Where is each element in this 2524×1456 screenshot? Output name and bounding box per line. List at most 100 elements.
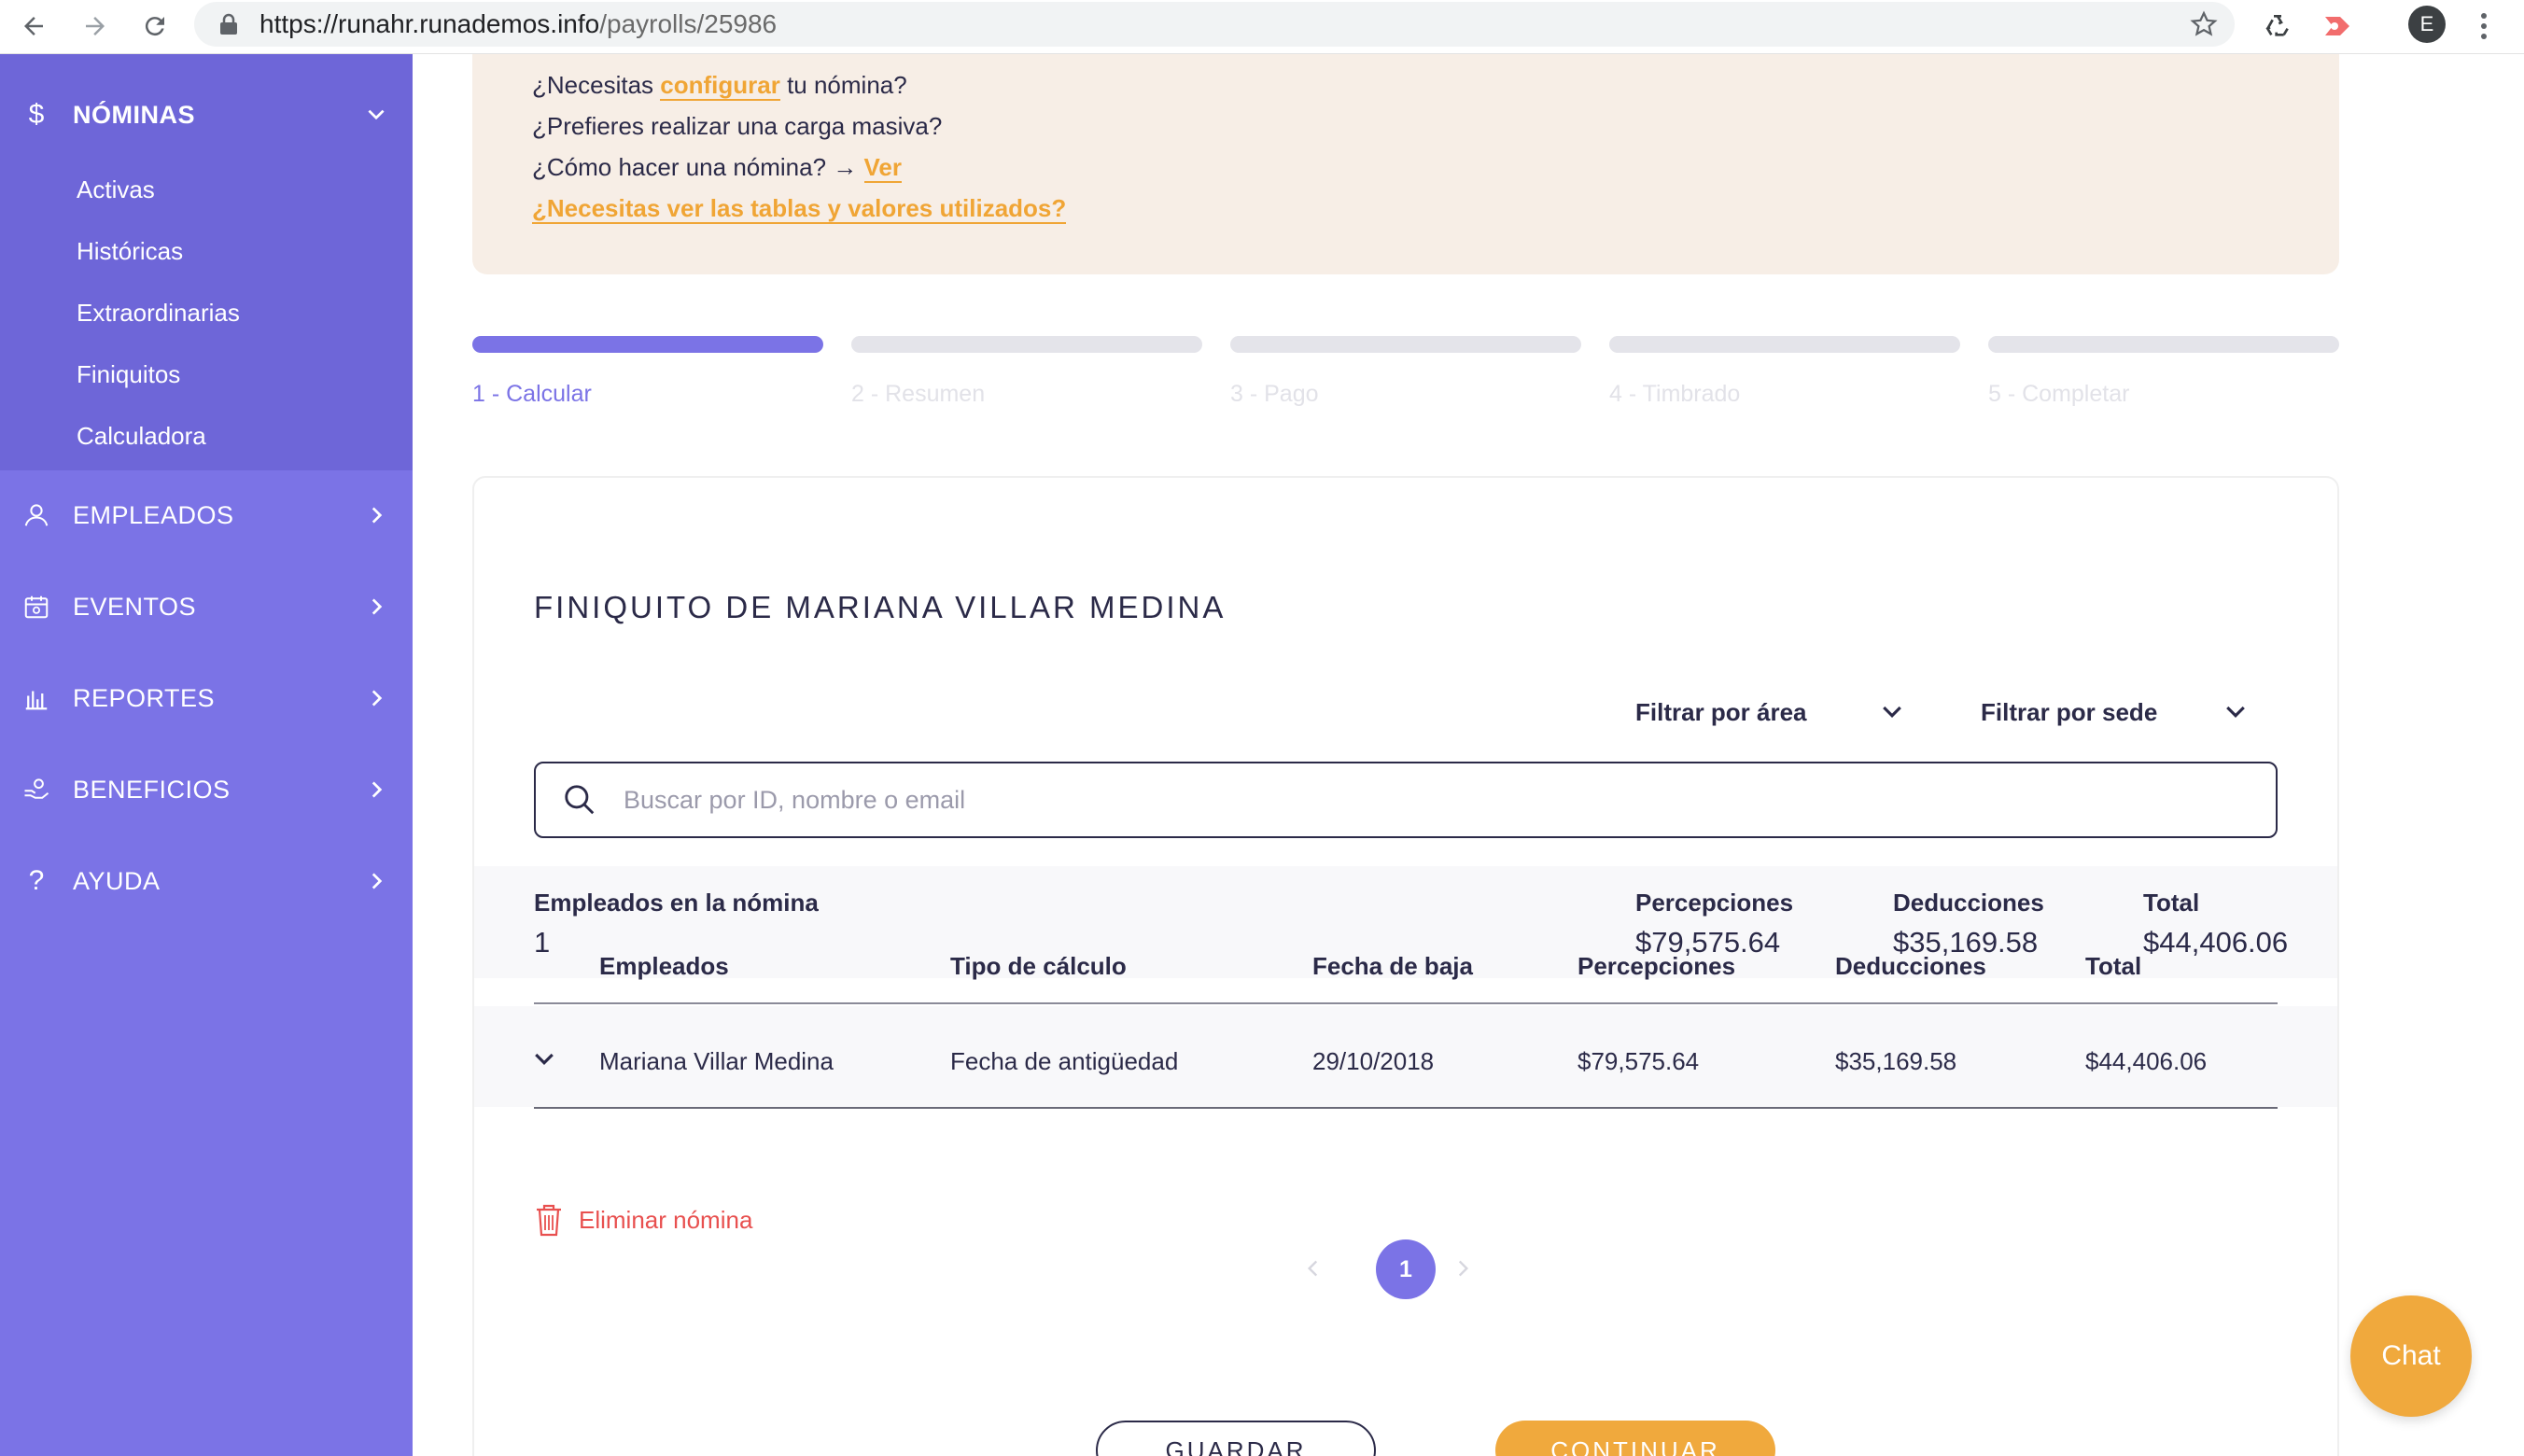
sidebar-item-reportes[interactable]: REPORTES: [0, 665, 413, 731]
sidebar: $ NÓMINAS Activas Históricas Extraordina…: [0, 54, 413, 1456]
sidebar-item-label: EMPLEADOS: [73, 500, 234, 529]
page-title: FINIQUITO DE MARIANA VILLAR MEDINA: [534, 590, 1227, 624]
bar-chart-icon: [25, 691, 48, 710]
browser-toolbar: https://runahr.runademos.info/payrolls/2…: [0, 0, 2524, 54]
sidebar-subitem-calculadora[interactable]: Calculadora: [77, 422, 206, 451]
question-icon: ?: [28, 865, 45, 896]
continue-button[interactable]: CONTINUAR: [1495, 1421, 1775, 1456]
see-howto-link[interactable]: Ver: [863, 153, 903, 183]
info-tables-line: ¿Necesitas ver las tablas y valores util…: [532, 194, 1067, 224]
table-header-empleados: Empleados: [599, 952, 729, 980]
employees-count-label: Empleados en la nómina: [534, 889, 819, 917]
step-bar-calcular: [472, 336, 823, 353]
chevron-down-icon: [368, 109, 385, 120]
sidebar-subitem-activas[interactable]: Activas: [77, 175, 155, 204]
table-header-divider: [534, 1002, 2278, 1004]
sidebar-item-label: EVENTOS: [73, 592, 197, 621]
delete-payroll-label: Eliminar nómina: [579, 1205, 753, 1234]
chevron-right-icon[interactable]: [1451, 1256, 1475, 1281]
configure-link[interactable]: configurar: [660, 71, 780, 101]
browser-menu-icon[interactable]: [2470, 7, 2498, 45]
sidebar-item-label: AYUDA: [73, 866, 161, 895]
tables-values-link[interactable]: ¿Necesitas ver las tablas y valores util…: [532, 194, 1067, 224]
total-label: Total: [2143, 889, 2200, 917]
back-button[interactable]: [13, 6, 54, 47]
total-value: $44,406.06: [2143, 926, 2289, 959]
payroll-card: FINIQUITO DE MARIANA VILLAR MEDINA Filtr…: [472, 476, 2339, 1456]
filter-sede-dropdown[interactable]: Filtrar por sede: [1981, 698, 2157, 727]
sidebar-item-label: BENEFICIOS: [73, 775, 231, 804]
table-header-deducciones: Deducciones: [1835, 952, 1986, 980]
screencast-extension-icon[interactable]: [2319, 7, 2356, 45]
arrow-right-icon: [86, 17, 105, 35]
chevron-right-icon: [372, 507, 383, 524]
sidebar-item-beneficios[interactable]: BENEFICIOS: [0, 757, 413, 822]
bookmark-star-icon[interactable]: [2190, 10, 2218, 38]
search-input[interactable]: Buscar por ID, nombre o email: [534, 762, 2278, 838]
sidebar-subitem-finiquitos[interactable]: Finiquitos: [77, 360, 180, 389]
recycle-extension-icon[interactable]: [2259, 7, 2296, 45]
step-bar-resumen: [851, 336, 1202, 353]
info-howto-line: ¿Cómo hacer una nómina? → Ver: [532, 153, 903, 183]
cell-employee-name: Mariana Villar Medina: [599, 1047, 834, 1075]
chevron-right-icon: [372, 873, 383, 889]
reload-icon: [145, 17, 164, 36]
user-icon: [24, 504, 49, 526]
arrow-left-icon: [24, 17, 43, 35]
chevron-right-icon: [372, 598, 383, 615]
address-bar[interactable]: https://runahr.runademos.info/payrolls/2…: [194, 2, 2235, 47]
table-row-divider: [534, 1107, 2278, 1109]
table-header-tipo: Tipo de cálculo: [950, 952, 1127, 980]
sidebar-subitem-extraordinarias[interactable]: Extraordinarias: [77, 299, 240, 328]
chevron-down-icon[interactable]: [530, 1045, 558, 1073]
table-header-fecha: Fecha de baja: [1312, 952, 1473, 980]
cell-calc-type: Fecha de antigüedad: [950, 1047, 1179, 1075]
deductions-label: Deducciones: [1893, 889, 2044, 917]
table-header-percepciones: Percepciones: [1578, 952, 1736, 980]
search-placeholder: Buscar por ID, nombre o email: [624, 786, 966, 814]
sidebar-item-label: NÓMINAS: [73, 100, 195, 129]
cell-perceptions: $79,575.64: [1578, 1047, 1700, 1075]
lock-icon: [220, 13, 237, 35]
forward-button[interactable]: [75, 6, 116, 47]
main-content: ¿Necesitas configurar tu nómina? ¿Prefie…: [413, 54, 2524, 1456]
step-label-resumen: 2 - Resumen: [851, 381, 986, 407]
url-text: https://runahr.runademos.info/payrolls/2…: [259, 9, 778, 38]
step-bar-timbrado: [1609, 336, 1960, 353]
perceptions-label: Percepciones: [1635, 889, 1794, 917]
chevron-down-icon[interactable]: [1878, 698, 1906, 726]
reload-button[interactable]: [134, 6, 175, 47]
profile-avatar[interactable]: E: [2408, 6, 2446, 43]
hand-coin-icon: [24, 778, 49, 799]
sidebar-item-eventos[interactable]: EVENTOS: [0, 574, 413, 639]
sidebar-item-empleados[interactable]: EMPLEADOS: [0, 483, 413, 548]
calendar-icon: [24, 595, 49, 619]
table-header-total: Total: [2085, 952, 2142, 980]
cell-deductions: $35,169.58: [1835, 1047, 1957, 1075]
step-label-completar: 5 - Completar: [1988, 381, 2130, 407]
sidebar-item-nominas[interactable]: $ NÓMINAS: [0, 82, 413, 147]
step-label-pago: 3 - Pago: [1230, 381, 1319, 407]
cell-total: $44,406.06: [2085, 1047, 2208, 1075]
info-bulk-upload-line[interactable]: ¿Prefieres realizar una carga masiva?: [532, 112, 942, 141]
chevron-right-icon: [372, 690, 383, 707]
step-label-calcular[interactable]: 1 - Calcular: [472, 381, 592, 408]
help-info-box: ¿Necesitas configurar tu nómina? ¿Prefie…: [472, 54, 2339, 274]
sidebar-item-label: REPORTES: [73, 683, 216, 712]
save-button[interactable]: GUARDAR: [1096, 1421, 1376, 1456]
page-number-button[interactable]: 1: [1376, 1239, 1436, 1299]
delete-payroll-button[interactable]: Eliminar nómina: [534, 1202, 752, 1238]
info-configure-line: ¿Necesitas configurar tu nómina?: [532, 71, 907, 101]
cell-leave-date: 29/10/2018: [1312, 1047, 1435, 1075]
employees-count-value: 1: [534, 926, 551, 959]
search-icon: [565, 785, 595, 815]
sidebar-subitem-historicas[interactable]: Históricas: [77, 237, 183, 266]
chevron-left-icon[interactable]: [1301, 1256, 1325, 1281]
sidebar-item-ayuda[interactable]: ? AYUDA: [0, 848, 413, 914]
chevron-down-icon[interactable]: [2222, 698, 2250, 726]
filter-area-dropdown[interactable]: Filtrar por área: [1635, 698, 1807, 727]
chat-button[interactable]: Chat: [2350, 1295, 2472, 1417]
step-bar-completar: [1988, 336, 2339, 353]
step-bar-pago: [1230, 336, 1581, 353]
chevron-right-icon: [372, 781, 383, 798]
